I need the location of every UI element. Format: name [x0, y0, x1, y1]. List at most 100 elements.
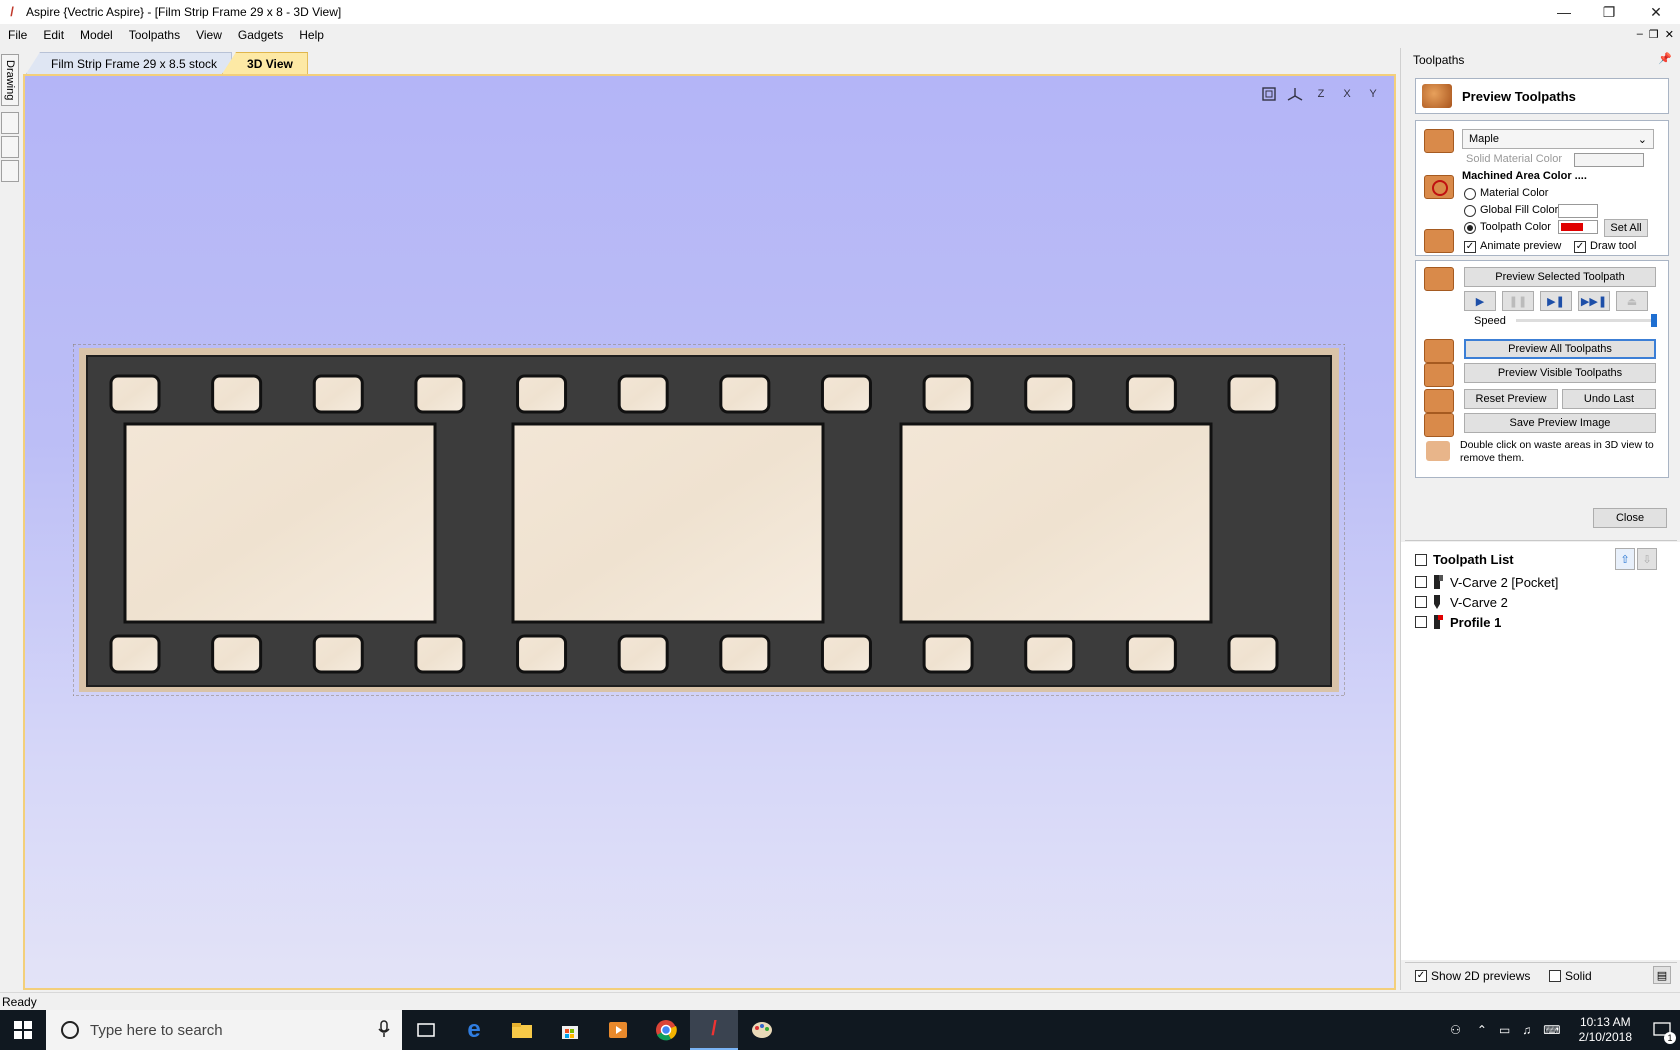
edge-browser-icon[interactable]: e — [450, 1010, 498, 1050]
aspire-taskbar-icon[interactable]: / — [690, 1010, 738, 1050]
draw-tool-checkbox[interactable]: ✓ — [1574, 241, 1586, 253]
file-explorer-icon[interactable] — [498, 1010, 546, 1050]
menu-edit[interactable]: Edit — [35, 24, 72, 46]
animate-preview-checkbox[interactable]: ✓ — [1464, 241, 1476, 253]
toolpath-summary-icon[interactable]: ▤ — [1653, 966, 1671, 984]
move-up-button[interactable]: ⇧ — [1615, 548, 1635, 570]
reset-preview-icon — [1424, 389, 1454, 413]
people-icon[interactable]: ⚇ — [1450, 1023, 1461, 1037]
toolpath-row[interactable]: Profile 1 — [1415, 614, 1501, 630]
speed-slider-track[interactable] — [1516, 314, 1657, 327]
step-forward-button[interactable]: ▶❚ — [1540, 291, 1572, 311]
undo-last-button[interactable]: Undo Last — [1562, 389, 1656, 409]
3d-viewport[interactable]: Z X Y — [23, 74, 1396, 990]
toolpath-color-dropdown[interactable] — [1558, 220, 1598, 234]
solid-material-color-dropdown — [1574, 153, 1644, 167]
view-toolbar: Z X Y — [1258, 84, 1384, 104]
sprocket-hole — [109, 634, 161, 674]
volume-icon[interactable]: ♫ — [1522, 1023, 1531, 1037]
save-preview-image-button[interactable]: Save Preview Image — [1464, 413, 1656, 433]
toolpath-visible-checkbox[interactable] — [1415, 616, 1427, 628]
store-icon[interactable] — [546, 1010, 594, 1050]
close-window-button[interactable]: ✕ — [1632, 0, 1680, 24]
mdi-close-button[interactable]: ✕ — [1665, 28, 1674, 41]
preview-selected-toolpath-button[interactable]: Preview Selected Toolpath — [1464, 267, 1656, 287]
microphone-icon[interactable] — [378, 1020, 390, 1042]
sprocket-hole — [109, 374, 161, 414]
menu-gadgets[interactable]: Gadgets — [230, 24, 291, 46]
menu-file[interactable]: File — [0, 24, 35, 46]
menu-model[interactable]: Model — [72, 24, 121, 46]
pin-icon[interactable]: 📌 — [1658, 52, 1672, 65]
toolpath-visible-checkbox[interactable] — [1415, 576, 1427, 588]
toolpath-list-area: Toolpath List ⇧ ⇩ V-Carve 2 [Pocket] V-C… — [1401, 542, 1680, 960]
global-fill-color-dropdown[interactable] — [1558, 204, 1598, 218]
toolpath-visible-checkbox[interactable] — [1415, 596, 1427, 608]
mdi-restore-button[interactable]: ❐ — [1649, 28, 1659, 41]
chrome-icon[interactable] — [642, 1010, 690, 1050]
animate-preview-label: Animate preview — [1480, 240, 1562, 252]
toolpath-row[interactable]: V-Carve 2 — [1415, 594, 1508, 610]
speed-slider-thumb[interactable] — [1651, 314, 1657, 327]
view-x-icon[interactable]: X — [1336, 84, 1358, 104]
solid-checkbox[interactable] — [1549, 970, 1561, 982]
toolpath-name: V-Carve 2 — [1450, 594, 1508, 610]
sprocket-hole — [414, 374, 466, 414]
menu-help[interactable]: Help — [291, 24, 332, 46]
preview-all-toolpaths-button[interactable]: Preview All Toolpaths — [1464, 339, 1656, 359]
panel-header: Toolpaths — [1401, 48, 1680, 72]
material-color-label: Material Color — [1480, 187, 1549, 199]
tab-2d-drawing[interactable]: Film Strip Frame 29 x 8.5 stock — [26, 52, 233, 74]
iso-view-icon[interactable] — [1284, 84, 1306, 104]
dock-slot[interactable] — [1, 160, 19, 182]
view-x-label: X — [1343, 88, 1351, 100]
chevron-up-icon[interactable]: ⌃ — [1477, 1023, 1487, 1037]
pause-button[interactable]: ❚❚ — [1502, 291, 1534, 311]
zoom-extents-icon[interactable] — [1258, 84, 1280, 104]
view-y-icon[interactable]: Y — [1362, 84, 1384, 104]
fast-forward-button[interactable]: ▶▶❚ — [1578, 291, 1610, 311]
media-player-icon[interactable] — [594, 1010, 642, 1050]
toolpath-list-title: Toolpath List — [1433, 552, 1514, 567]
windows-start-button[interactable] — [0, 1010, 46, 1050]
keyboard-icon[interactable]: ⌨ — [1543, 1023, 1560, 1037]
preview-all-icon — [1424, 339, 1454, 363]
drawing-tab[interactable]: Drawing — [1, 54, 19, 106]
play-button[interactable]: ▶ — [1464, 291, 1496, 311]
global-fill-color-radio[interactable] — [1464, 205, 1476, 217]
film-frame — [899, 422, 1213, 624]
view-z-icon[interactable]: Z — [1310, 84, 1332, 104]
preview-visible-toolpaths-button[interactable]: Preview Visible Toolpaths — [1464, 363, 1656, 383]
material-color-radio[interactable] — [1464, 188, 1476, 200]
toolpath-row[interactable]: V-Carve 2 [Pocket] — [1415, 574, 1558, 590]
taskbar-clock[interactable]: 10:13 AM 2/10/2018 — [1579, 1015, 1632, 1045]
reset-preview-button[interactable]: Reset Preview — [1464, 389, 1558, 409]
menu-view[interactable]: View — [188, 24, 230, 46]
mdi-minimize-button[interactable]: – — [1637, 28, 1643, 41]
close-panel-button[interactable]: Close — [1593, 508, 1667, 528]
dock-slot[interactable] — [1, 136, 19, 158]
clock-time: 10:13 AM — [1579, 1015, 1631, 1029]
show-2d-previews-checkbox[interactable]: ✓ — [1415, 970, 1427, 982]
toolpath-color-swatch — [1561, 223, 1583, 231]
menu-toolpaths[interactable]: Toolpaths — [121, 24, 188, 46]
minimize-button[interactable]: — — [1540, 0, 1588, 24]
toolpath-name: V-Carve 2 [Pocket] — [1450, 574, 1559, 590]
notification-center-icon[interactable]: 1 — [1644, 1010, 1680, 1050]
taskbar-search-box[interactable]: Type here to search — [46, 1010, 402, 1050]
paint-icon[interactable] — [738, 1010, 786, 1050]
toolpath-list-select-all[interactable] — [1415, 554, 1427, 566]
network-icon[interactable]: ▭ — [1499, 1023, 1510, 1037]
tab-3d-view[interactable]: 3D View — [222, 52, 308, 74]
dock-slot[interactable] — [1, 112, 19, 134]
restore-button[interactable]: ❐ — [1585, 0, 1633, 24]
step-up-button[interactable]: ⏏ — [1616, 291, 1648, 311]
task-view-icon[interactable] — [402, 1010, 450, 1050]
material-select[interactable]: Maple ⌄ — [1462, 129, 1654, 149]
panel-title: Toolpaths — [1413, 53, 1465, 67]
sprocket-hole — [1125, 634, 1177, 674]
move-down-button[interactable]: ⇩ — [1637, 548, 1657, 570]
sprocket-hole — [820, 634, 872, 674]
toolpath-color-radio[interactable] — [1464, 222, 1476, 234]
set-all-button[interactable]: Set All — [1604, 219, 1648, 237]
